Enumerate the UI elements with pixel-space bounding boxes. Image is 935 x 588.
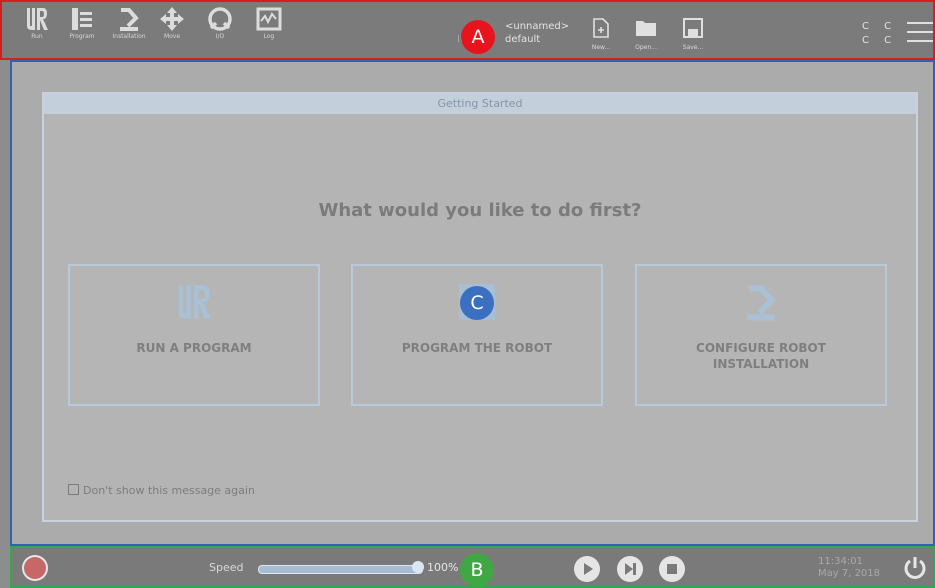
configure-label-line1: CONFIGURE ROBOT bbox=[696, 341, 826, 355]
hamburger-menu-icon[interactable] bbox=[907, 22, 933, 49]
nav-program-label: Program bbox=[69, 33, 95, 40]
program-name: <unnamed> bbox=[505, 21, 570, 32]
nav-io-label: I/O bbox=[215, 33, 225, 40]
annotation-marker-b: B bbox=[460, 553, 494, 587]
power-off-button[interactable] bbox=[902, 555, 928, 585]
clock-time: 11:34:01 bbox=[818, 556, 863, 567]
nav-move[interactable]: Move bbox=[153, 6, 191, 40]
new-button-label: New... bbox=[591, 44, 611, 51]
clock-date: May 7, 2018 bbox=[818, 568, 881, 579]
open-button-label: Open... bbox=[635, 44, 657, 51]
program-robot-label: PROGRAM THE ROBOT bbox=[401, 341, 553, 355]
nav-log-label: Log bbox=[263, 33, 275, 40]
new-file-icon bbox=[593, 18, 609, 38]
nav-log[interactable]: Log bbox=[250, 6, 288, 40]
stop-icon bbox=[667, 564, 677, 574]
power-icon bbox=[904, 557, 926, 579]
dont-show-label: Don't show this message again bbox=[83, 484, 255, 497]
configure-label-line2: INSTALLATION bbox=[712, 357, 810, 371]
checkbox-icon[interactable] bbox=[68, 484, 79, 495]
io-gauge-icon bbox=[208, 7, 232, 31]
configure-installation-option[interactable]: CONFIGURE ROBOT INSTALLATION bbox=[635, 264, 887, 406]
status-row-2: C C bbox=[862, 35, 898, 46]
step-button[interactable] bbox=[617, 556, 643, 582]
folder-icon bbox=[636, 21, 656, 36]
installation-name: default bbox=[505, 34, 541, 45]
nav-installation[interactable]: Installation bbox=[110, 6, 148, 40]
nav-run[interactable]: Run bbox=[18, 6, 56, 40]
speed-label: Speed bbox=[209, 561, 244, 574]
dialog-question: What would you like to do first? bbox=[318, 200, 642, 221]
save-button-label: Save... bbox=[682, 44, 704, 51]
robot-arm-icon bbox=[120, 8, 139, 31]
log-chart-icon bbox=[256, 7, 282, 31]
robot-arm-icon bbox=[747, 285, 776, 321]
speed-value: 100% bbox=[427, 561, 459, 574]
program-tree-icon bbox=[72, 8, 92, 30]
nav-move-label: Move bbox=[163, 33, 181, 40]
nav-run-label: Run bbox=[31, 33, 43, 40]
play-icon bbox=[584, 563, 593, 575]
new-button[interactable]: New... bbox=[584, 18, 618, 51]
play-button[interactable] bbox=[574, 556, 600, 582]
move-arrows-icon bbox=[160, 7, 184, 31]
speed-slider[interactable] bbox=[258, 565, 423, 574]
robot-power-status-icon[interactable] bbox=[24, 557, 46, 579]
speed-slider-handle[interactable] bbox=[412, 561, 424, 573]
save-disk-icon bbox=[683, 18, 703, 38]
status-indicators: C C C C bbox=[862, 20, 897, 48]
dialog-title: Getting Started bbox=[44, 94, 916, 114]
program-field-values: <unnamed> default bbox=[505, 20, 569, 46]
ur-logo-icon bbox=[178, 285, 211, 319]
step-icon bbox=[625, 563, 636, 575]
save-button[interactable]: Save... bbox=[676, 18, 710, 51]
status-row-1: C C bbox=[862, 21, 898, 32]
stop-button[interactable] bbox=[659, 556, 685, 582]
run-program-label: RUN A PROGRAM bbox=[136, 341, 252, 355]
open-button[interactable]: Open... bbox=[629, 18, 663, 51]
annotation-marker-a: A bbox=[461, 20, 495, 54]
nav-io[interactable]: I/O bbox=[201, 6, 239, 40]
dont-show-checkbox[interactable]: Don't show this message again bbox=[68, 484, 255, 497]
ur-logo-icon bbox=[27, 8, 48, 30]
annotation-marker-c: C bbox=[460, 286, 494, 320]
nav-program[interactable]: Program bbox=[63, 6, 101, 40]
nav-installation-label: Installation bbox=[112, 33, 146, 40]
run-program-option[interactable]: RUN A PROGRAM bbox=[68, 264, 320, 406]
clock: 11:34:01 May 7, 2018 bbox=[818, 556, 880, 580]
